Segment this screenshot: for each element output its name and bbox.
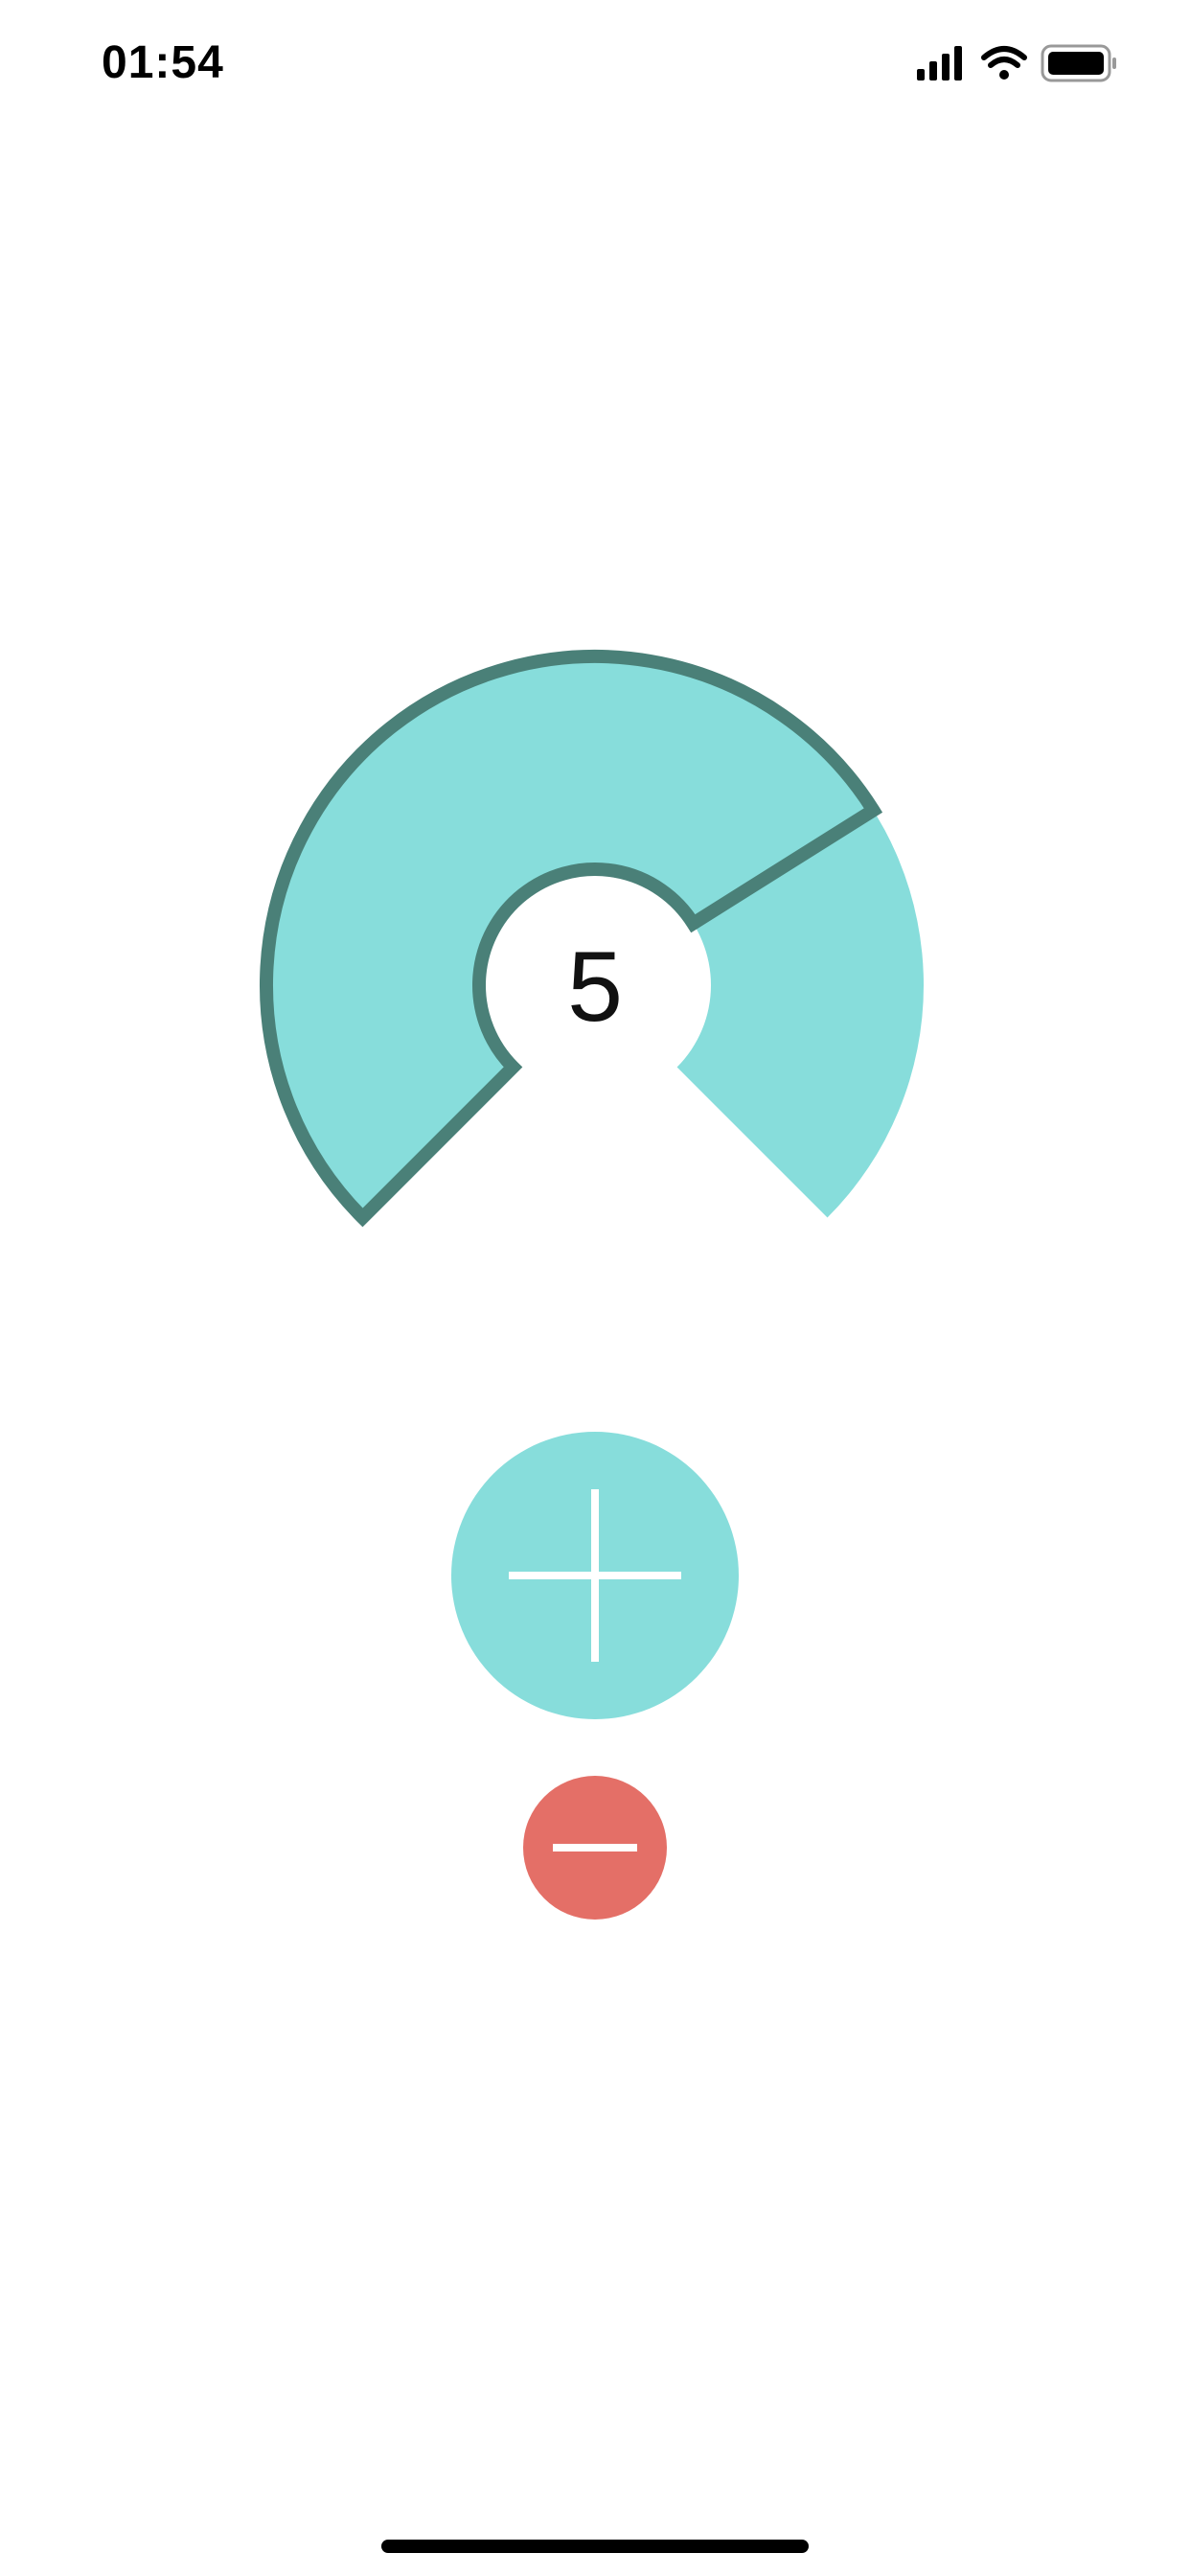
gauge-value: 5 [567,932,623,1043]
decrement-button[interactable] [523,1776,667,1920]
increment-button[interactable] [451,1432,739,1719]
gauge [260,650,924,1228]
home-indicator [381,2540,809,2553]
